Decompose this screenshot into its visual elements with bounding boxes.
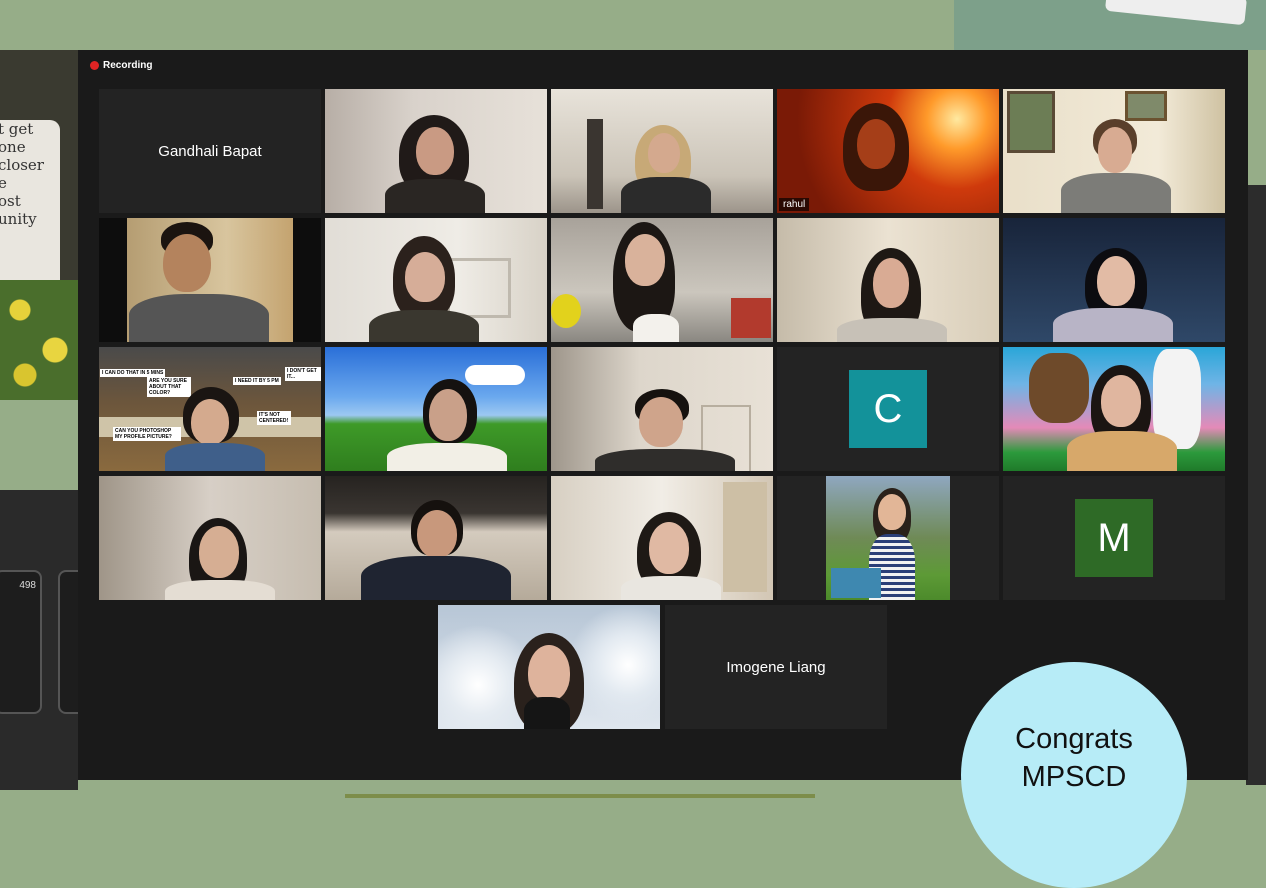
person-body	[361, 556, 511, 600]
wall-painting	[1007, 91, 1055, 153]
congrats-sticker: Congrats MPSCD	[961, 662, 1187, 888]
participant-tile[interactable]	[551, 347, 773, 471]
congrats-line: MPSCD	[1021, 761, 1127, 793]
participant-tile[interactable]	[325, 218, 547, 342]
participant-tile[interactable]	[99, 476, 321, 600]
participant-tile-bliss-background[interactable]	[325, 347, 547, 471]
phone-text-line: e	[0, 174, 7, 192]
meme-caption: CAN YOU PHOTOSHOP MY PROFILE PICTURE?	[113, 427, 181, 441]
phone-text-line: ost	[0, 192, 21, 210]
background-left-photo: t get one closer e ost unity	[0, 50, 78, 400]
phone-text-line: unity	[0, 210, 37, 228]
person-body	[1067, 431, 1177, 471]
participant-tile[interactable]	[325, 89, 547, 213]
illustration-figure	[1029, 353, 1089, 423]
meme-caption: ARE YOU SURE ABOUT THAT COLOR?	[147, 377, 191, 397]
wall-painting	[1125, 91, 1167, 121]
person-body	[595, 449, 735, 471]
person-face	[878, 494, 906, 530]
person-face	[199, 526, 239, 578]
person-body	[633, 314, 679, 342]
person-hand	[524, 697, 570, 729]
person-body	[385, 179, 485, 213]
meme-caption: I DON'T GET IT...	[285, 367, 321, 381]
room-curtain	[587, 119, 603, 209]
person-face	[429, 389, 467, 441]
participant-tile[interactable]	[438, 605, 660, 729]
participant-tile[interactable]	[1003, 218, 1225, 342]
person-body	[165, 443, 265, 471]
participant-tile[interactable]	[551, 89, 773, 213]
wall-hanging	[723, 482, 767, 592]
background-flowers	[0, 280, 78, 400]
phone-text-line: t get	[0, 120, 34, 138]
recording-label: Recording	[103, 60, 153, 71]
congrats-line: Congrats	[1015, 723, 1133, 755]
recording-dot-icon	[90, 61, 99, 70]
person-face	[191, 399, 229, 445]
recording-indicator[interactable]: Recording	[90, 60, 152, 71]
participant-tile[interactable]	[777, 476, 999, 600]
person-face	[625, 234, 665, 286]
participant-tile[interactable]	[551, 476, 773, 600]
person-face	[405, 252, 445, 302]
cloud	[465, 365, 525, 385]
person-body	[837, 318, 947, 342]
participant-tile[interactable]	[99, 218, 321, 342]
meme-caption: I CAN DO THAT IN 5 MINS	[100, 369, 166, 377]
participant-avatar: M	[1075, 499, 1153, 577]
mini-phone-value: 498	[19, 580, 36, 591]
person-face	[857, 119, 895, 169]
participant-tile-meme-background[interactable]: I CAN DO THAT IN 5 MINS ARE YOU SURE ABO…	[99, 347, 321, 471]
person-face	[649, 522, 689, 574]
meme-caption: I NEED IT BY 5 PM	[233, 377, 281, 385]
person-face	[1101, 375, 1141, 427]
background-mini-phone: 498	[0, 570, 42, 714]
participant-tile[interactable]	[777, 218, 999, 342]
person-face	[639, 397, 683, 447]
participant-tile-illustrated-background[interactable]	[1003, 347, 1225, 471]
person-body	[369, 310, 479, 342]
phone-text-line: closer	[0, 156, 44, 174]
wall-shelf	[447, 258, 511, 318]
person-body	[387, 443, 507, 471]
person-face	[1098, 127, 1132, 173]
participant-name-tag: rahul	[779, 198, 810, 211]
background-right-top	[954, 0, 1266, 50]
person-face	[648, 133, 680, 173]
participant-tile-gandhali[interactable]: Gandhali Bapat	[99, 89, 321, 213]
participant-tile[interactable]	[1003, 89, 1225, 213]
meme-caption: IT'S NOT CENTERED!	[257, 411, 291, 425]
phone-text-line: one	[0, 138, 26, 156]
background-right-dark	[1246, 185, 1266, 785]
person-body	[129, 294, 269, 342]
picnic-blanket	[831, 568, 881, 598]
red-cushion	[731, 298, 771, 338]
participant-tile-m[interactable]: M	[1003, 476, 1225, 600]
participant-tile-imogene[interactable]: Imogene Liang	[665, 605, 887, 729]
participant-tile-rahul[interactable]: rahul	[777, 89, 999, 213]
person-face	[417, 510, 457, 558]
participant-avatar: C	[849, 370, 927, 448]
background-left-dark: 498	[0, 490, 106, 790]
person-face	[528, 645, 570, 701]
participant-name: Gandhali Bapat	[158, 142, 262, 160]
person-body	[1061, 173, 1171, 213]
person-body	[621, 177, 711, 213]
person-face	[1097, 256, 1135, 306]
person-body	[621, 576, 721, 600]
person-face	[873, 258, 909, 308]
participant-name: Imogene Liang	[726, 658, 826, 676]
participant-tile[interactable]	[325, 476, 547, 600]
yellow-chair	[551, 294, 581, 328]
person-body	[1053, 308, 1173, 342]
background-strip	[345, 794, 815, 798]
participant-tile[interactable]	[551, 218, 773, 342]
background-card	[1104, 0, 1248, 26]
person-body	[165, 580, 275, 600]
participant-tile-c[interactable]: C	[777, 347, 999, 471]
person-face	[163, 234, 211, 292]
person-face	[416, 127, 454, 175]
